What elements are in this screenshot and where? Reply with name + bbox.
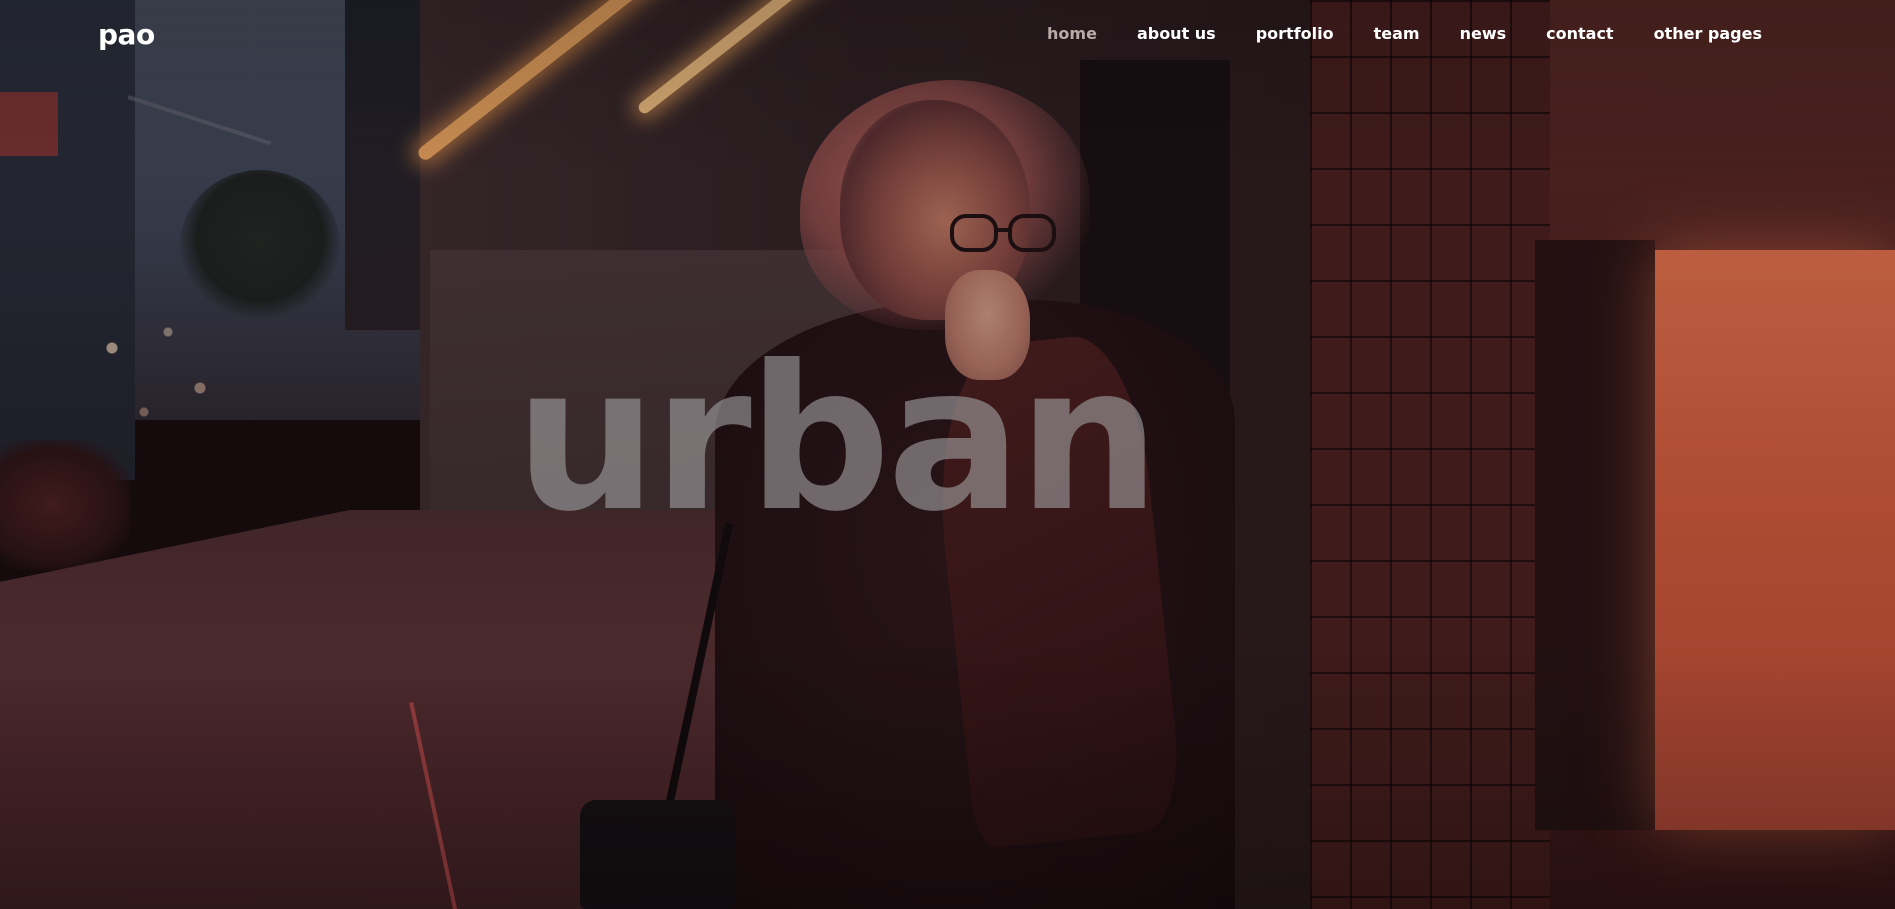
hero-title: urban <box>514 323 1161 556</box>
hero-section: pao home about us portfolio team news co… <box>0 0 1895 909</box>
nav-link-news[interactable]: news <box>1440 22 1527 45</box>
nav-link-other-pages[interactable]: other pages <box>1634 22 1782 45</box>
site-logo[interactable]: pao <box>98 18 155 51</box>
nav-item-other-pages: other pages <box>1634 22 1782 45</box>
nav-link-contact[interactable]: contact <box>1526 22 1633 45</box>
tower-building <box>345 0 430 330</box>
nav-item-about-us: about us <box>1117 22 1236 45</box>
tree <box>180 170 340 320</box>
nav-link-team[interactable]: team <box>1354 22 1440 45</box>
nav-link-home[interactable]: home <box>1027 22 1117 45</box>
nav-item-portfolio: portfolio <box>1236 22 1354 45</box>
neon-sign-panel <box>1655 250 1895 830</box>
camera <box>580 800 735 909</box>
nav-item-home: home <box>1027 22 1117 45</box>
main-navigation: home about us portfolio team news contac… <box>1027 22 1782 45</box>
glasses-icon <box>950 214 1056 252</box>
nav-item-contact: contact <box>1526 22 1633 45</box>
nav-link-about-us[interactable]: about us <box>1117 22 1236 45</box>
nav-item-team: team <box>1354 22 1440 45</box>
nav-link-portfolio[interactable]: portfolio <box>1236 22 1354 45</box>
nav-item-news: news <box>1440 22 1527 45</box>
building-sign <box>0 92 58 156</box>
